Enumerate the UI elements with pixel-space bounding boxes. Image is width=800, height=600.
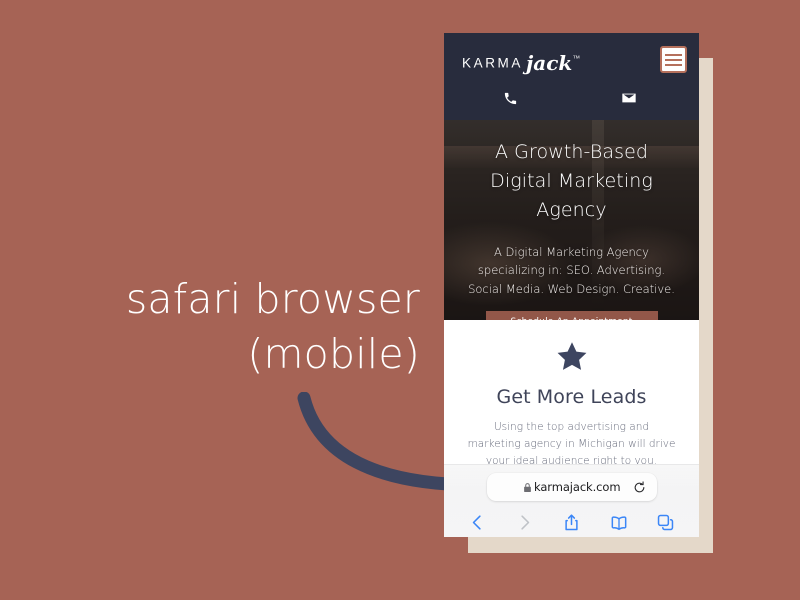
safari-toolbar [444,508,699,537]
schedule-appointment-button[interactable]: Schedule An Appointment [485,310,658,320]
envelope-icon[interactable] [618,87,640,109]
address-bar-host: karmajack.com [534,480,621,494]
get-more-leads-section: Get More Leads Using the top advertising… [444,320,699,470]
hamburger-menu-icon[interactable] [660,46,687,73]
address-bar[interactable]: karmajack.com [487,473,657,501]
hero-subheading: A Digital Marketing Agency specializing … [468,244,675,296]
site-header: KARMA jack™ [444,33,699,120]
bookmarks-icon[interactable] [609,513,629,533]
header-contact-row [444,83,699,119]
hero-heading: A Growth-Based Digital Marketing Agency [490,141,653,221]
leads-heading: Get More Leads [496,386,647,408]
logo-word-jack: jack [526,51,573,75]
back-icon[interactable] [468,513,488,533]
hamburger-line [665,58,682,61]
forward-icon [515,513,535,533]
hamburger-line [665,63,682,66]
logo-trademark: ™ [572,53,581,63]
share-icon[interactable] [562,513,582,533]
logo-word-karma: KARMA [462,55,524,71]
site-logo[interactable]: KARMA jack™ [462,51,580,75]
phone-icon[interactable] [499,87,521,109]
reload-icon[interactable] [633,481,646,494]
hamburger-line [665,53,682,56]
lock-icon [524,482,531,492]
leads-body: Using the top advertising and marketing … [467,421,676,467]
hero-section: A Growth-Based Digital Marketing Agency … [444,120,699,320]
annotation-label: safari browser (mobile) [125,275,420,378]
mobile-browser-screenshot: KARMA jack™ A Growth-Based Digital Marke… [444,33,699,537]
canvas: safari browser (mobile) KARMA jack™ A Gr… [0,0,800,600]
hero-content: A Growth-Based Digital Marketing Agency … [444,120,699,320]
tabs-icon[interactable] [656,513,676,533]
star-icon [557,342,586,370]
safari-browser-chrome: karmajack.com [444,464,699,537]
